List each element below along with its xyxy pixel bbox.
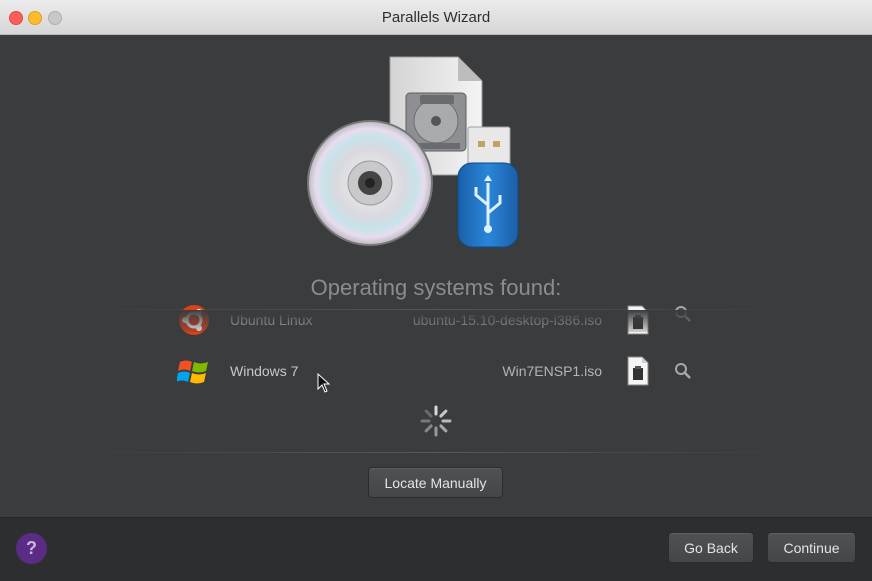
list-bottom-divider	[70, 452, 802, 453]
optical-disc-icon	[307, 120, 433, 246]
parallels-wizard-window: Parallels Wizard Operating systems found…	[0, 0, 872, 581]
window-title: Parallels Wizard	[381, 9, 491, 26]
loading-spinner-icon	[420, 405, 452, 437]
wizard-content: Operating systems found: Ubuntu Linux ub…	[0, 35, 872, 517]
os-name: Ubuntu Linux	[230, 312, 313, 328]
iso-file-name: Win7ENSP1.iso	[502, 363, 602, 379]
search-icon[interactable]	[674, 305, 692, 323]
title-bar: Parallels Wizard	[0, 0, 872, 35]
ubuntu-logo-icon	[179, 305, 209, 335]
continue-button[interactable]: Continue	[767, 532, 856, 563]
locate-manually-button[interactable]: Locate Manually	[368, 467, 503, 498]
iso-file-icon	[627, 305, 649, 335]
install-media-illustration	[307, 56, 519, 248]
go-back-button[interactable]: Go Back	[668, 532, 754, 563]
os-name: Windows 7	[230, 363, 299, 379]
iso-file-icon	[627, 356, 649, 386]
os-found-heading: Operating systems found:	[310, 275, 562, 300]
help-button[interactable]: ?	[16, 533, 47, 564]
os-list-item[interactable]: Windows 7 Win7ENSP1.iso	[0, 354, 872, 388]
search-icon[interactable]	[674, 362, 692, 380]
iso-file-name: ubuntu-15.10-desktop-i386.iso	[412, 312, 602, 328]
windows-logo-icon	[177, 360, 208, 384]
os-list-item[interactable]: Ubuntu Linux ubuntu-15.10-desktop-i386.i…	[0, 303, 872, 337]
wizard-footer: ? Go Back Continue	[0, 517, 872, 581]
mouse-pointer-icon	[317, 373, 331, 393]
